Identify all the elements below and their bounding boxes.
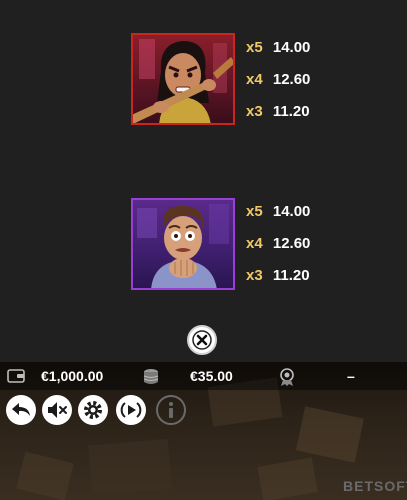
scared-man-symbol: [131, 198, 235, 290]
autoplay-button[interactable]: [116, 395, 146, 425]
payout-multiplier: x4: [246, 235, 263, 252]
payout-multiplier: x3: [246, 267, 263, 284]
wallet-icon: [7, 369, 25, 383]
payout-row: x3 11.20: [246, 266, 310, 286]
scared-man-icon: [137, 204, 229, 288]
win-value: –: [347, 368, 355, 384]
payout-row: x5 14.00: [246, 38, 310, 58]
payout-row: x4 12.60: [246, 234, 310, 254]
balance-value: €1,000.00: [41, 368, 104, 384]
payout-amount: 11.20: [272, 267, 310, 284]
autoplay-icon: [120, 402, 142, 418]
sound-muted-icon: [48, 402, 67, 418]
payout-multiplier: x5: [246, 203, 263, 220]
payout-row: x5 14.00: [246, 202, 310, 222]
bet-value: €35.00: [190, 368, 233, 384]
info-icon: [169, 402, 173, 418]
coins-icon: [143, 369, 159, 384]
payout-multiplier: x3: [246, 103, 263, 120]
settings-icon: [84, 401, 102, 419]
close-icon: [192, 330, 212, 350]
back-button[interactable]: [6, 395, 36, 425]
payout-amount: 14.00: [272, 39, 311, 56]
payout-multiplier: x5: [246, 39, 263, 56]
payout-row: x3 11.20: [246, 102, 310, 122]
payout-row: x4 12.60: [246, 70, 310, 90]
angry-woman-symbol: [131, 33, 235, 125]
payout-amount: 12.60: [272, 235, 311, 252]
payout-amount: 12.60: [272, 71, 311, 88]
sound-button[interactable]: [42, 395, 72, 425]
payout-amount: 14.00: [272, 203, 311, 220]
angry-woman-icon: [133, 39, 233, 123]
back-icon: [12, 403, 30, 416]
payout-amount: 11.20: [272, 103, 310, 120]
hud-row: €1,000.00 €35.00 –: [0, 362, 407, 390]
close-button[interactable]: [187, 325, 217, 355]
info-button[interactable]: [156, 395, 186, 425]
brand-logo: BETSOFT: [343, 478, 407, 494]
settings-button[interactable]: [78, 395, 108, 425]
payout-multiplier: x4: [246, 71, 263, 88]
trophy-icon: [280, 368, 294, 386]
paytable-panel: x5 14.00 x4 12.60 x3 11.20 x5 14.00 x4 1…: [0, 0, 407, 362]
